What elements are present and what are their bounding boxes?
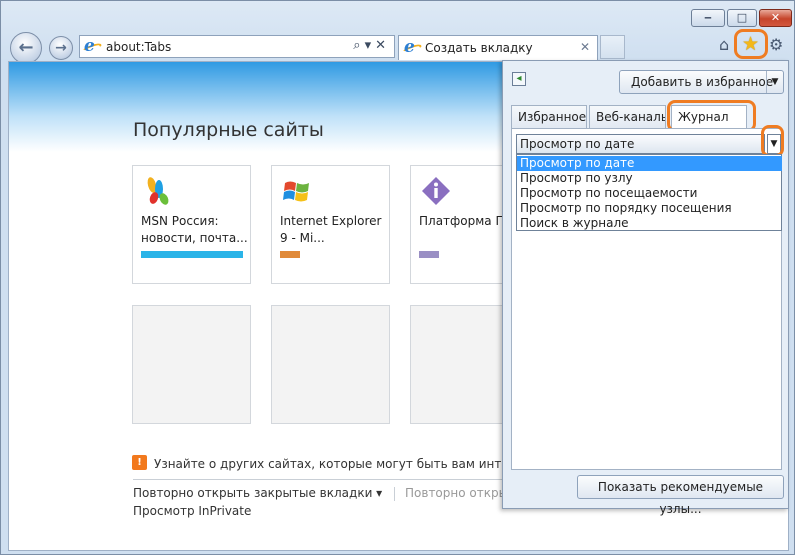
minimize-icon: ‒ [704, 11, 712, 24]
divider [394, 487, 395, 501]
dropdown-option[interactable]: Просмотр по посещаемости [517, 186, 782, 201]
star-icon: ★ [742, 33, 760, 55]
reopen-closed-tabs-link[interactable]: Повторно открыть закрытые вкладки ▾ [133, 486, 382, 500]
minimize-button[interactable]: ‒ [691, 9, 725, 27]
empty-tile[interactable] [410, 305, 510, 424]
dropdown-option[interactable]: Просмотр по дате [517, 156, 782, 171]
maximize-icon: □ [736, 11, 748, 24]
chevron-down-icon[interactable]: ▼ [766, 71, 783, 93]
close-icon: ✕ [770, 11, 781, 24]
forward-arrow-icon: → [55, 40, 67, 56]
discover-sites-link[interactable]: Узнайте о других сайтах, которые могут б… [154, 457, 548, 471]
site-tile-msn[interactable]: MSN Россия: новости, почта... [132, 165, 251, 284]
browser-window: ‒ □ ✕ ← → e about:Tabs ⌕▾✕ e Создать вкл… [0, 0, 795, 555]
maximize-button[interactable]: □ [727, 9, 757, 27]
tab-close-icon[interactable]: ✕ [580, 40, 590, 54]
favorites-button-highlight[interactable]: ★ [734, 29, 768, 59]
tab-new-tab[interactable]: e Создать вкладку ✕ [398, 35, 598, 60]
empty-tile[interactable] [132, 305, 251, 424]
gear-icon[interactable]: ⚙ [769, 35, 783, 55]
tab-favorites[interactable]: Избранное [511, 105, 587, 128]
home-icon[interactable]: ⌂ [719, 35, 729, 55]
lightbulb-icon: ! [132, 455, 147, 470]
dropdown-option[interactable]: Поиск в журнале [517, 216, 782, 231]
history-view-dropdown: Просмотр по дате Просмотр по узлу Просмо… [516, 154, 782, 231]
pin-panel-icon[interactable]: ◂ [512, 72, 526, 86]
ie-logo-icon: e [401, 38, 423, 57]
add-to-favorites-label: Добавить в избранное [631, 75, 774, 89]
address-bar[interactable]: e about:Tabs ⌕▾✕ [79, 35, 395, 58]
back-button[interactable]: ← [10, 32, 42, 64]
tile-usage-bar [280, 251, 300, 258]
add-to-favorites-button[interactable]: Добавить в избранное ▼ [619, 70, 784, 94]
site-tile-platform[interactable]: Платформа П [410, 165, 510, 284]
empty-tile[interactable] [271, 305, 390, 424]
info-icon [422, 177, 450, 205]
dropdown-option[interactable]: Просмотр по узлу [517, 171, 782, 186]
history-view-select[interactable]: Просмотр по дате [516, 134, 765, 154]
dropdown-option[interactable]: Просмотр по порядку посещения [517, 201, 782, 216]
tab-title: Создать вкладку [425, 41, 533, 55]
tile-title: Internet Explorer 9 - Mi... [280, 214, 382, 245]
select-value: Просмотр по дате [520, 137, 635, 151]
show-suggested-sites-button[interactable]: Показать рекомендуемые узлы... [577, 475, 784, 516]
back-arrow-icon: ← [18, 37, 34, 58]
search-refresh-stop-icons[interactable]: ⌕▾✕ [353, 38, 390, 53]
page-title: Популярные сайты [133, 119, 324, 141]
inprivate-link[interactable]: Просмотр InPrivate [133, 504, 251, 518]
tab-feeds[interactable]: Веб-каналы [589, 105, 666, 128]
tile-usage-bar [419, 251, 439, 258]
tile-title: MSN Россия: новости, почта... [141, 214, 248, 245]
site-tile-ie9[interactable]: Internet Explorer 9 - Mi... [271, 165, 390, 284]
dropdown-arrow-highlight [761, 125, 784, 157]
forward-button[interactable]: → [49, 36, 73, 60]
address-url[interactable]: about:Tabs [106, 40, 171, 54]
new-tab-button[interactable] [600, 35, 625, 59]
divider [133, 479, 513, 480]
msn-butterfly-icon [147, 177, 169, 205]
favorites-center-panel: ◂ Добавить в избранное ▼ Избранное Веб-к… [502, 60, 789, 516]
ie-logo-icon: e [81, 37, 103, 56]
tile-usage-bar [141, 251, 243, 258]
windows-logo-icon [283, 181, 309, 202]
close-button[interactable]: ✕ [759, 9, 792, 27]
